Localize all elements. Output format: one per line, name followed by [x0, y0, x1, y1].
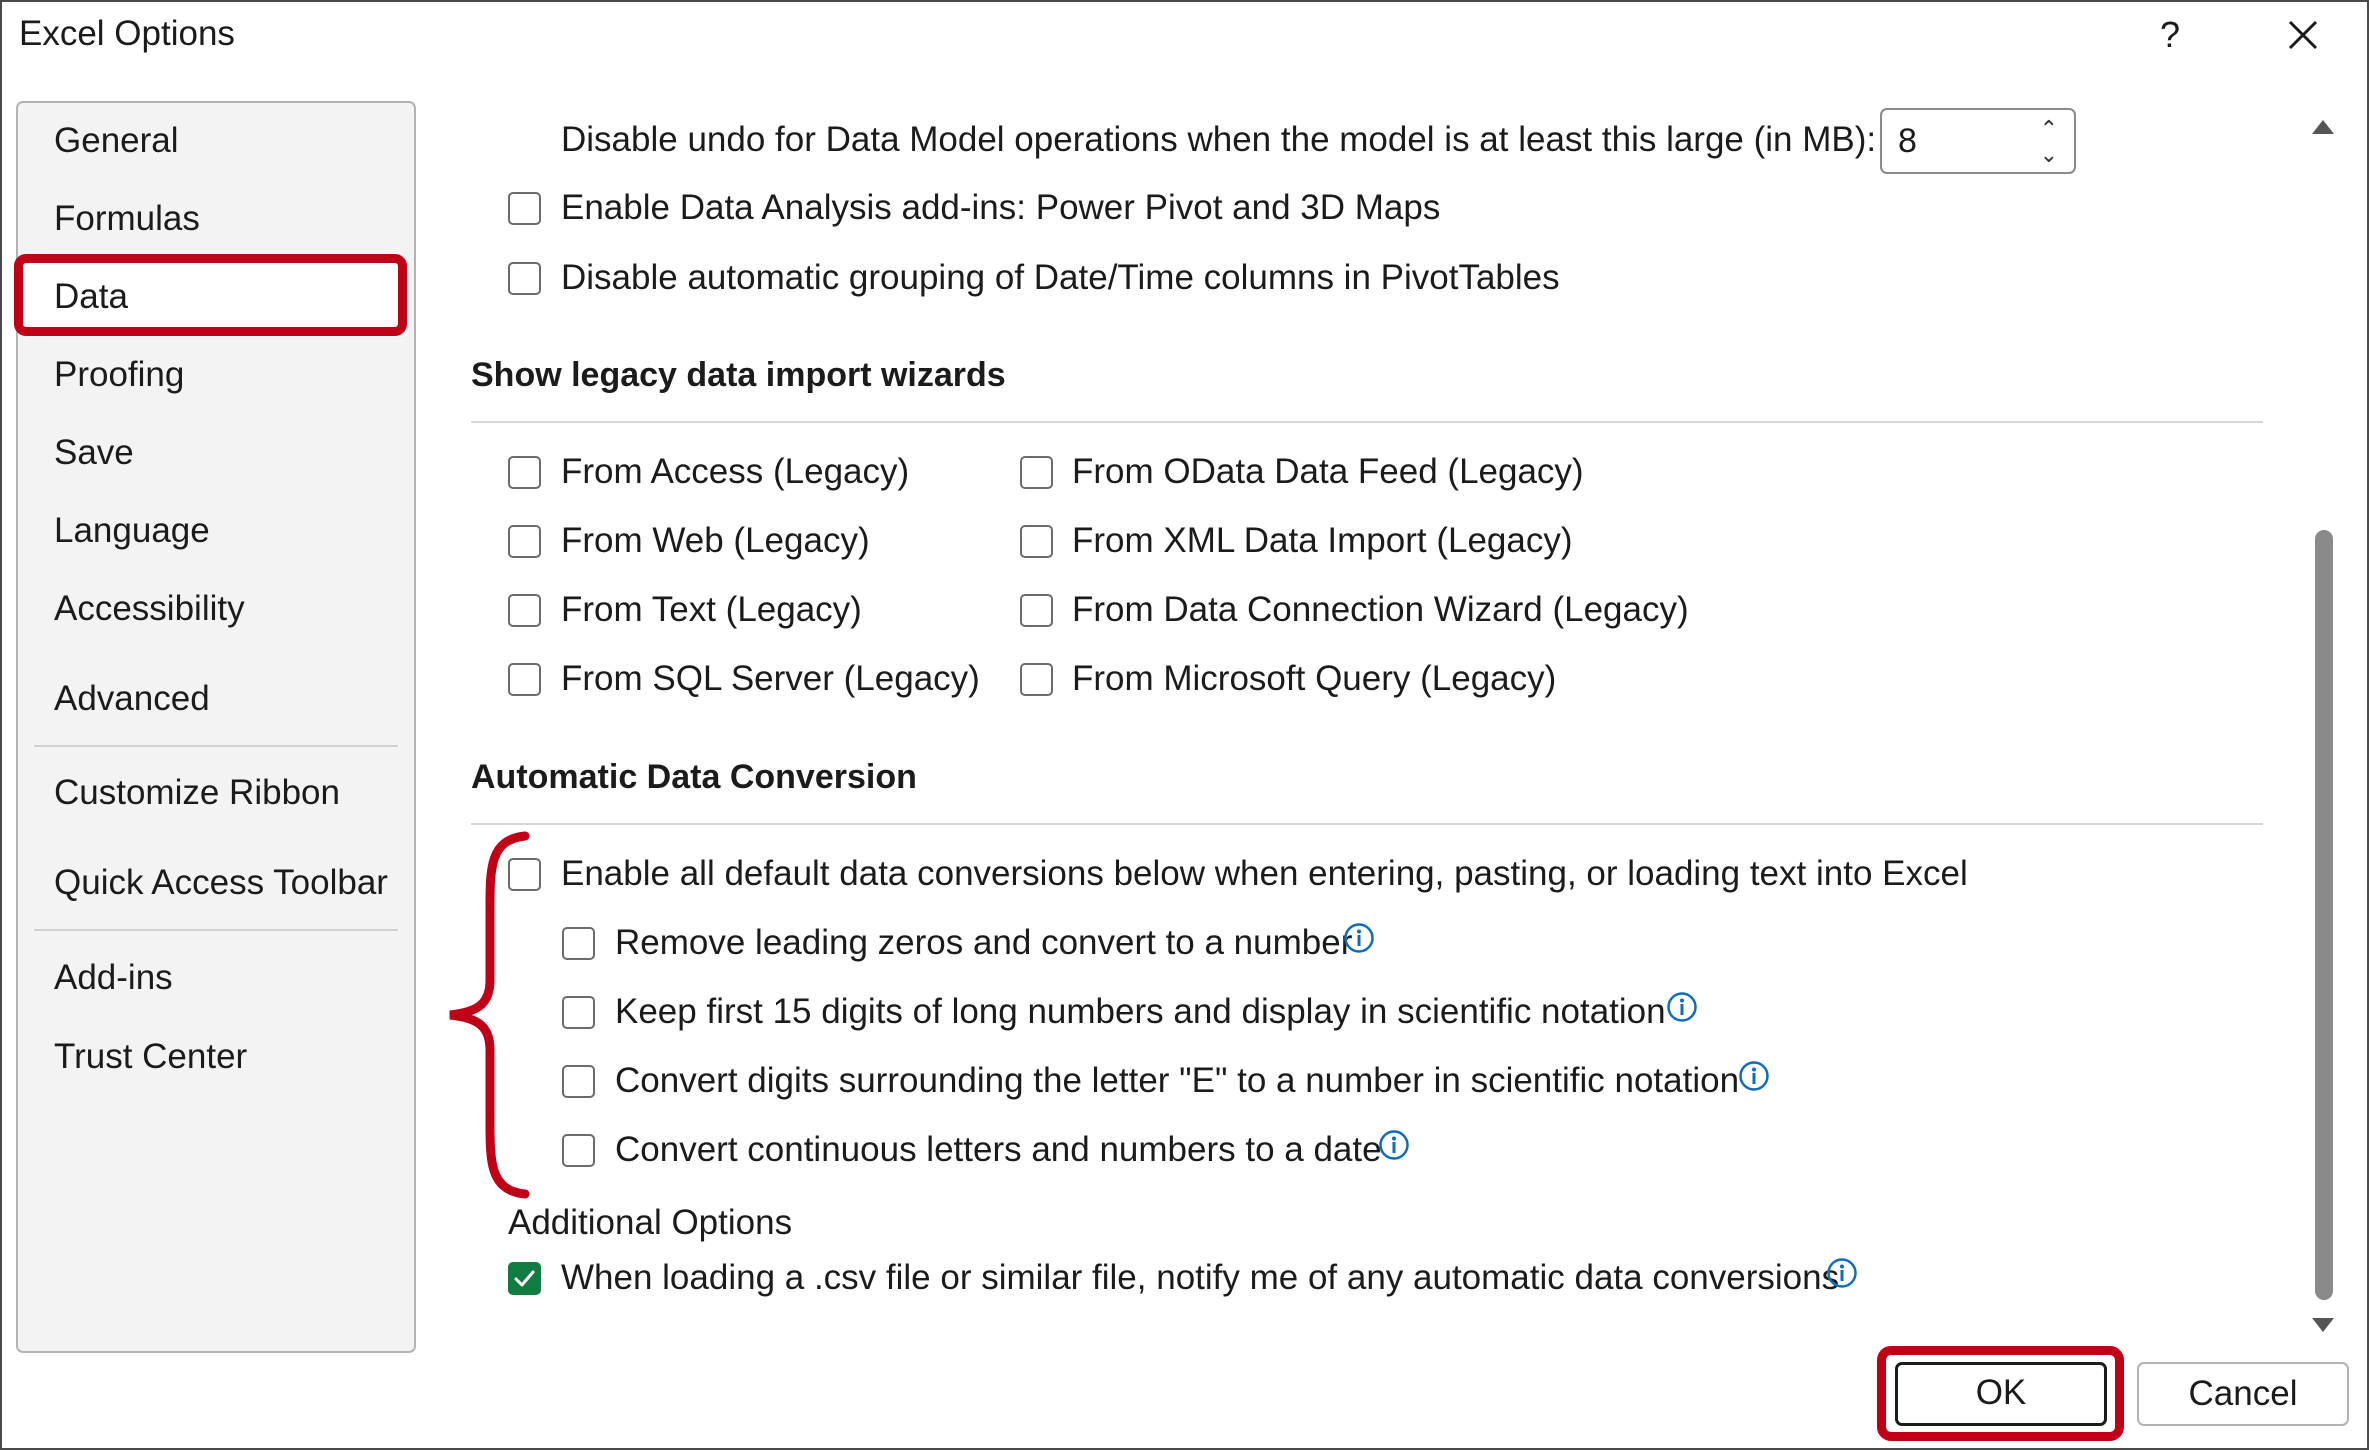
remove-leading-zeros-checkbox[interactable]: [562, 927, 595, 960]
scroll-down-icon[interactable]: [2308, 1310, 2338, 1340]
notify-conversions-label: When loading a .csv file or similar file…: [561, 1258, 1840, 1297]
chevron-down-icon[interactable]: ⌄: [2040, 142, 2058, 168]
nav-item-add-ins[interactable]: Add-ins: [54, 958, 173, 998]
legacy-connection-wizard-label: From Data Connection Wizard (Legacy): [1072, 590, 1689, 629]
legacy-text-checkbox[interactable]: [508, 594, 541, 627]
legacy-web-checkbox[interactable]: [508, 525, 541, 558]
disable-grouping-checkbox[interactable]: [508, 262, 541, 295]
remove-leading-zeros-label: Remove leading zeros and convert to a nu…: [615, 923, 1353, 962]
conversion-header: Automatic Data Conversion: [471, 758, 917, 796]
nav-separator: [34, 929, 398, 931]
info-icon[interactable]: [1738, 1060, 1770, 1092]
legacy-access-label: From Access (Legacy): [561, 452, 910, 491]
legacy-sql-checkbox[interactable]: [508, 663, 541, 696]
legacy-xml-label: From XML Data Import (Legacy): [1072, 521, 1573, 560]
info-icon[interactable]: [1343, 922, 1375, 954]
nav-item-save[interactable]: Save: [54, 433, 134, 473]
convert-to-date-label: Convert continuous letters and numbers t…: [615, 1130, 1382, 1169]
enable-addins-checkbox[interactable]: [508, 192, 541, 225]
help-button[interactable]: ?: [2148, 10, 2192, 60]
legacy-text-label: From Text (Legacy): [561, 590, 862, 629]
scrollbar-thumb[interactable]: [2315, 530, 2333, 1300]
legacy-msquery-label: From Microsoft Query (Legacy): [1072, 659, 1557, 698]
legacy-web-label: From Web (Legacy): [561, 521, 870, 560]
enable-addins-label: Enable Data Analysis add-ins: Power Pivo…: [561, 188, 1441, 227]
convert-to-date-checkbox[interactable]: [562, 1134, 595, 1167]
legacy-sql-label: From SQL Server (Legacy): [561, 659, 980, 698]
disable-grouping-label: Disable automatic grouping of Date/Time …: [561, 258, 1560, 297]
notify-conversions-checkbox[interactable]: [508, 1262, 541, 1295]
legacy-odata-checkbox[interactable]: [1020, 456, 1053, 489]
legacy-access-checkbox[interactable]: [508, 456, 541, 489]
nav-item-proofing[interactable]: Proofing: [54, 355, 184, 395]
dialog-title: Excel Options: [19, 14, 235, 53]
additional-options-label: Additional Options: [508, 1203, 793, 1242]
enable-all-conversions-label: Enable all default data conversions belo…: [561, 854, 1968, 893]
nav-item-advanced[interactable]: Advanced: [54, 679, 210, 719]
legacy-odata-label: From OData Data Feed (Legacy): [1072, 452, 1584, 491]
nav-item-customize-ribbon[interactable]: Customize Ribbon: [54, 773, 340, 813]
nav-item-trust-center[interactable]: Trust Center: [54, 1037, 247, 1077]
enable-all-conversions-checkbox[interactable]: [508, 858, 541, 891]
nav-item-quick-access-toolbar[interactable]: Quick Access Toolbar: [54, 863, 388, 903]
ok-button[interactable]: OK: [1895, 1362, 2107, 1426]
legacy-msquery-checkbox[interactable]: [1020, 663, 1053, 696]
nav-item-accessibility[interactable]: Accessibility: [54, 589, 245, 629]
nav-item-language[interactable]: Language: [54, 511, 210, 551]
legacy-connection-wizard-checkbox[interactable]: [1020, 594, 1053, 627]
close-icon[interactable]: [2278, 10, 2328, 60]
convert-e-digits-checkbox[interactable]: [562, 1065, 595, 1098]
nav-separator: [34, 745, 398, 747]
checkmark-icon: [514, 1270, 535, 1287]
data-highlight-annotation: [14, 254, 407, 336]
conversion-header-rule: [471, 823, 2263, 825]
scroll-up-icon[interactable]: [2308, 112, 2338, 142]
nav-item-general[interactable]: General: [54, 121, 179, 161]
legacy-header: Show legacy data import wizards: [471, 356, 1006, 394]
keep-15-digits-label: Keep first 15 digits of long numbers and…: [615, 992, 1666, 1031]
info-icon[interactable]: [1826, 1257, 1858, 1289]
undo-size-label: Disable undo for Data Model operations w…: [561, 120, 1877, 159]
legacy-xml-checkbox[interactable]: [1020, 525, 1053, 558]
info-icon[interactable]: [1378, 1129, 1410, 1161]
keep-15-digits-checkbox[interactable]: [562, 996, 595, 1029]
chevron-up-icon[interactable]: ⌃: [2040, 116, 2058, 142]
nav-item-formulas[interactable]: Formulas: [54, 199, 200, 239]
undo-size-value[interactable]: 8: [1898, 122, 1917, 161]
info-icon[interactable]: [1666, 991, 1698, 1023]
legacy-header-rule: [471, 421, 2263, 423]
undo-size-spinner[interactable]: 8 ⌃ ⌄: [1880, 108, 2076, 174]
cancel-button[interactable]: Cancel: [2137, 1362, 2349, 1426]
convert-e-digits-label: Convert digits surrounding the letter "E…: [615, 1061, 1740, 1100]
